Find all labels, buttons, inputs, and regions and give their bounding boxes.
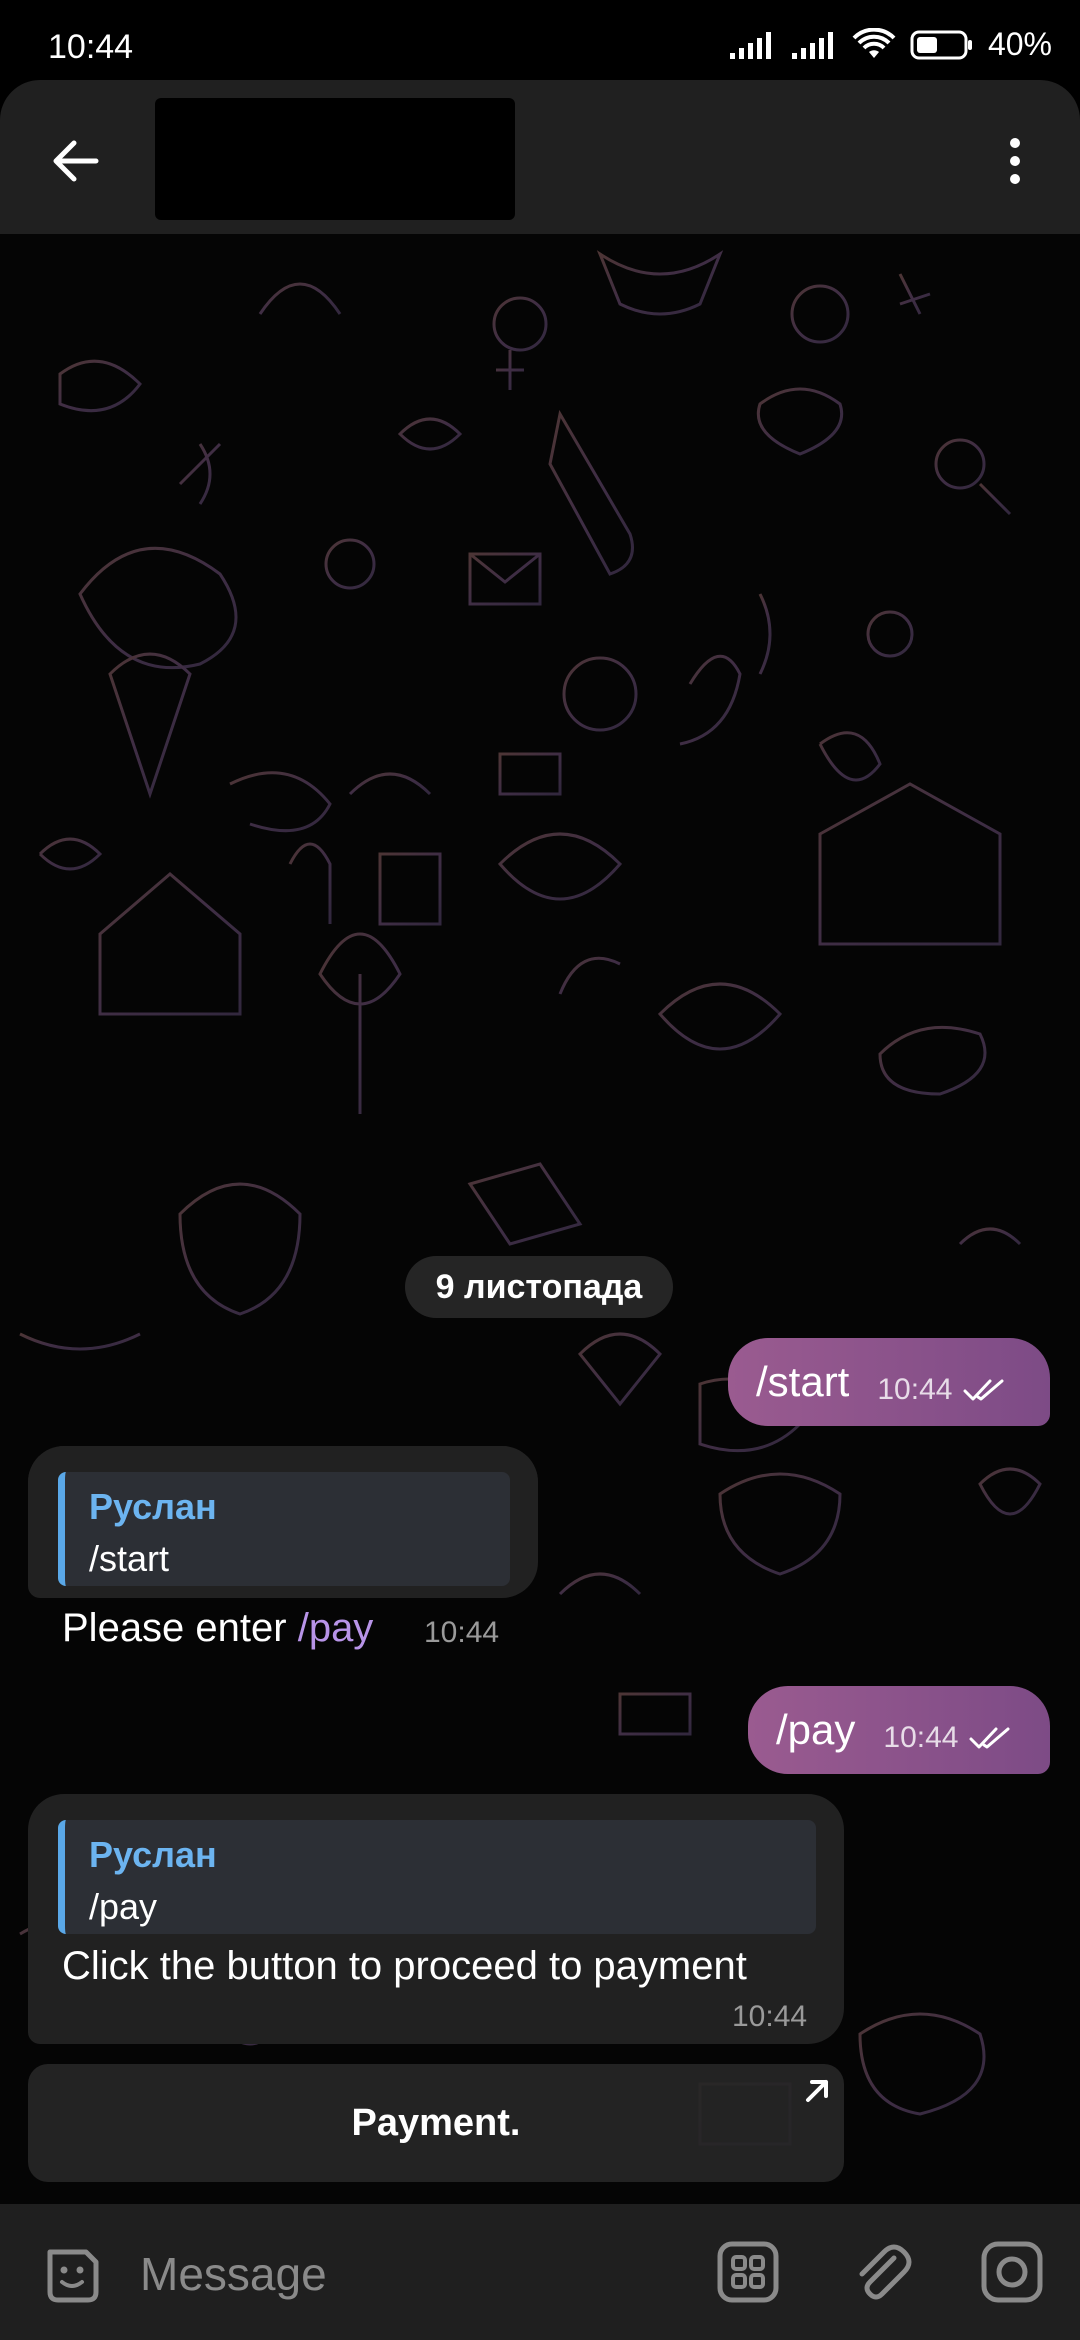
grid-menu-icon: [717, 2241, 779, 2303]
date-separator: 9 листопада: [405, 1256, 673, 1318]
message-text: /start: [756, 1358, 850, 1405]
command-link[interactable]: /pay: [298, 1606, 374, 1650]
message-time: 10:44: [877, 1373, 953, 1406]
battery-icon: [910, 30, 972, 59]
camera-button[interactable]: [980, 2240, 1044, 2309]
message-time: 10:44: [732, 2000, 808, 2033]
reply-quote[interactable]: Руслан /start: [58, 1472, 510, 1586]
redacted-chat-title[interactable]: [155, 98, 515, 220]
reply-text: /pay: [89, 1886, 158, 1927]
message-text: /pay: [776, 1706, 856, 1753]
attach-button[interactable]: [850, 2240, 914, 2309]
back-button[interactable]: [40, 126, 110, 196]
payment-inline-button[interactable]: Payment.: [28, 2064, 844, 2182]
message-meta: 10:44: [883, 1721, 1012, 1755]
external-link-arrow-icon: [806, 2080, 828, 2102]
message-text: Click the button to proceed to payment: [62, 1944, 747, 1988]
status-bar: 10:44 40%: [0, 0, 1080, 80]
chat-area[interactable]: 9 листопада /start 10:44 Руслан /start P…: [0, 234, 1080, 2204]
reply-sender-name: Руслан: [89, 1834, 217, 1875]
double-check-icon: [969, 1727, 1010, 1749]
message-text-prefix: Please enter: [62, 1606, 298, 1650]
inline-button-label: Payment.: [351, 2101, 521, 2144]
message-time: 10:44: [424, 1616, 500, 1649]
camera-icon: [981, 2241, 1043, 2303]
more-menu-button[interactable]: [980, 126, 1050, 196]
signal-icon-2: [791, 31, 833, 59]
outgoing-message-start[interactable]: /start 10:44: [728, 1338, 1050, 1426]
arrow-left-icon: [53, 140, 99, 182]
more-vertical-icon: [1010, 138, 1020, 184]
outgoing-message-pay[interactable]: /pay 10:44: [748, 1686, 1050, 1774]
chat-header: [0, 80, 1080, 234]
message-composer: [0, 2204, 1080, 2340]
message-time: 10:44: [883, 1721, 959, 1754]
incoming-message-body[interactable]: Руслан /start Please enter /pay 10:44: [28, 1446, 538, 1650]
wifi-icon: [852, 27, 896, 58]
reply-quote[interactable]: Руслан /pay: [58, 1820, 816, 1934]
paperclip-icon: [859, 2244, 912, 2300]
status-time: 10:44: [48, 28, 134, 66]
signal-icon: [729, 31, 771, 59]
double-check-icon: [963, 1379, 1004, 1401]
reply-sender-name: Руслан: [89, 1486, 217, 1527]
status-icons: 40%: [728, 26, 1052, 63]
message-meta: 10:44: [877, 1373, 1006, 1407]
sticker-icon: [47, 2249, 99, 2303]
bot-commands-button[interactable]: [716, 2240, 780, 2309]
message-input[interactable]: [138, 2238, 682, 2310]
reply-text: /start: [89, 1538, 170, 1579]
message-text: Please enter /pay: [62, 1606, 373, 1651]
sticker-emoji-button[interactable]: [40, 2242, 104, 2311]
battery-percent: 40%: [987, 26, 1052, 62]
incoming-message-click-button[interactable]: Руслан /pay Click the button to proceed …: [28, 1794, 844, 2044]
